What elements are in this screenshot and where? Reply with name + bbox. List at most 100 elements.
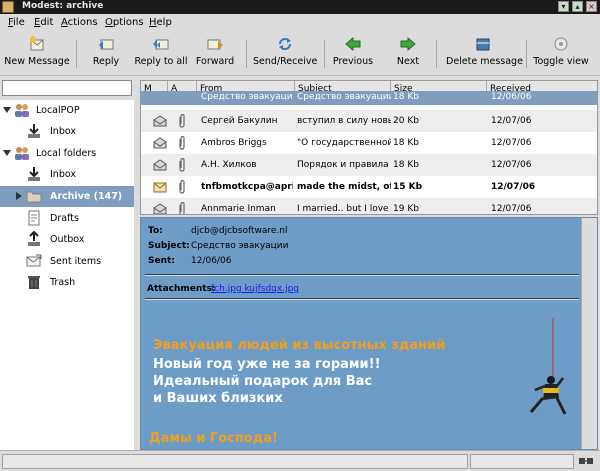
folder-localpop-inbox[interactable]: Inbox [0, 121, 134, 142]
previous-button[interactable]: Previous [332, 36, 374, 74]
reply-all-button[interactable]: Reply to all [134, 36, 188, 74]
table-row[interactable]: А.Н. Хилков Порядок и правила р 18 Kb 12… [141, 154, 597, 176]
read-mail-icon [153, 137, 167, 149]
sent-value: 12/06/06 [191, 256, 232, 266]
folder-sent-items[interactable]: Sent items [0, 251, 134, 272]
table-row[interactable]: Ambros Briggs "О государственной 18 Kb 1… [141, 132, 597, 154]
message-view: To: djcb@djcbsoftware.nl Subject: Средст… [140, 217, 598, 450]
folder-panel: LocalPOP Inbox Local folders Inbox Archi… [0, 78, 136, 450]
table-row[interactable]: Annmarie Inman I married.. but I love v … [141, 198, 597, 214]
delete-message-button[interactable]: Delete message [446, 36, 523, 74]
attachment-icon [179, 202, 185, 214]
outbox-icon [28, 231, 40, 246]
subject-value: Средство эвакуации [191, 241, 289, 251]
promo-line: Эвакуация людей из высотных зданий [153, 338, 446, 353]
folder-local-folders[interactable]: Local folders [0, 143, 134, 164]
sent-icon [26, 254, 42, 267]
table-row[interactable]: Сергей Бакулин вступил в силу новь 20 Kb… [141, 110, 597, 132]
read-mail-icon [153, 203, 167, 214]
collapsed-arrow-icon[interactable] [16, 192, 22, 200]
app-icon [2, 1, 14, 13]
attachment-icon [179, 180, 185, 194]
promo-line: Дамы и Господа! [149, 431, 278, 446]
new-message-icon [30, 36, 44, 51]
status-progress-area [470, 454, 574, 469]
promo-line: Идеальный подарок для Вас [153, 374, 373, 389]
forward-button[interactable]: Forward [194, 36, 236, 74]
toolbar-separator [324, 40, 325, 68]
next-button[interactable]: Next [392, 36, 424, 74]
delete-message-icon [476, 38, 490, 51]
reply-icon [99, 39, 114, 50]
window-title: Modest: archive [22, 1, 104, 11]
folder-localpop[interactable]: LocalPOP [0, 100, 134, 121]
modest-window: Modest: archive ▾ ▴ × File Edit Actions … [0, 0, 600, 471]
account-icon [15, 104, 29, 117]
expanded-arrow-icon[interactable] [3, 107, 11, 113]
reply-all-icon [153, 39, 169, 50]
title-bar: Modest: archive ▾ ▴ × [0, 0, 600, 14]
folder-drafts[interactable]: Drafts [0, 208, 134, 229]
status-message-area [2, 454, 468, 469]
toolbar: New Message Reply Reply to all Forward S… [0, 32, 600, 76]
trash-icon [28, 276, 40, 289]
message-header-list: M A From Subject Size Received Средство … [140, 80, 598, 215]
subject-label: Subject: [148, 241, 190, 251]
attachments-divider [145, 298, 579, 300]
sent-label: Sent: [148, 256, 175, 266]
to-value: djcb@djcbsoftware.nl [191, 226, 288, 236]
close-window-button[interactable]: × [586, 1, 597, 12]
menu-file[interactable]: File [8, 17, 25, 28]
table-row[interactable]: tnfbmotkcpa@april! made the midst, of 15… [141, 176, 597, 198]
folder-tree: LocalPOP Inbox Local folders Inbox Archi… [0, 100, 134, 450]
rescue-figure-image [529, 318, 567, 415]
attachment-icon [179, 158, 185, 172]
reply-button[interactable]: Reply [88, 36, 124, 74]
attachments-links[interactable]: fch.jpg kujfsdqx.jpg [211, 284, 299, 294]
new-message-button[interactable]: New Message [4, 36, 70, 74]
minimize-button[interactable]: ▾ [558, 1, 569, 12]
read-mail-icon [153, 159, 167, 171]
folder-icon [26, 191, 42, 203]
toolbar-separator [246, 40, 247, 68]
folder-trash[interactable]: Trash [0, 272, 134, 293]
menu-actions[interactable]: Actions [61, 17, 98, 28]
menu-bar: File Edit Actions Options Help [0, 14, 600, 32]
attachment-icon [179, 136, 185, 150]
folder-archive[interactable]: Archive (147) [0, 186, 134, 207]
promo-line: Новый год уже не за горами!! [153, 357, 381, 372]
toggle-view-icon [554, 37, 568, 51]
send-receive-icon [279, 38, 291, 50]
folder-inbox[interactable]: Inbox [0, 164, 134, 185]
forward-icon [207, 39, 223, 50]
inbox-icon [28, 124, 40, 138]
inbox-icon [28, 167, 40, 181]
maximize-button[interactable]: ▴ [572, 1, 583, 12]
unread-mail-icon [153, 182, 167, 193]
folder-search-input[interactable] [2, 80, 132, 96]
account-icon [15, 147, 29, 160]
toolbar-separator [526, 40, 527, 68]
connection-icon[interactable] [578, 455, 594, 467]
to-label: To: [148, 226, 163, 236]
status-bar [0, 450, 600, 471]
toolbar-separator [436, 40, 437, 68]
read-mail-icon [153, 115, 167, 127]
arrow-left-icon [345, 36, 361, 52]
menu-help[interactable]: Help [149, 17, 172, 28]
toolbar-separator [76, 40, 77, 68]
promo-line: и Ваших близких [153, 391, 283, 406]
message-scrollbar[interactable] [581, 218, 597, 449]
toggle-view-button[interactable]: Toggle view [532, 36, 590, 74]
menu-options[interactable]: Options [105, 17, 144, 28]
header-divider [145, 274, 579, 276]
expanded-arrow-icon[interactable] [3, 150, 11, 156]
menu-edit[interactable]: Edit [34, 17, 53, 28]
table-row[interactable]: Средство эвакуации Средство эвакуации 18… [141, 91, 597, 105]
attachment-icon [179, 114, 185, 128]
folder-outbox[interactable]: Outbox [0, 229, 134, 250]
attachments-label: Attachments: [147, 284, 216, 294]
arrow-right-icon [400, 36, 416, 52]
drafts-icon [28, 210, 40, 226]
send-receive-button[interactable]: Send/Receive [253, 36, 317, 74]
